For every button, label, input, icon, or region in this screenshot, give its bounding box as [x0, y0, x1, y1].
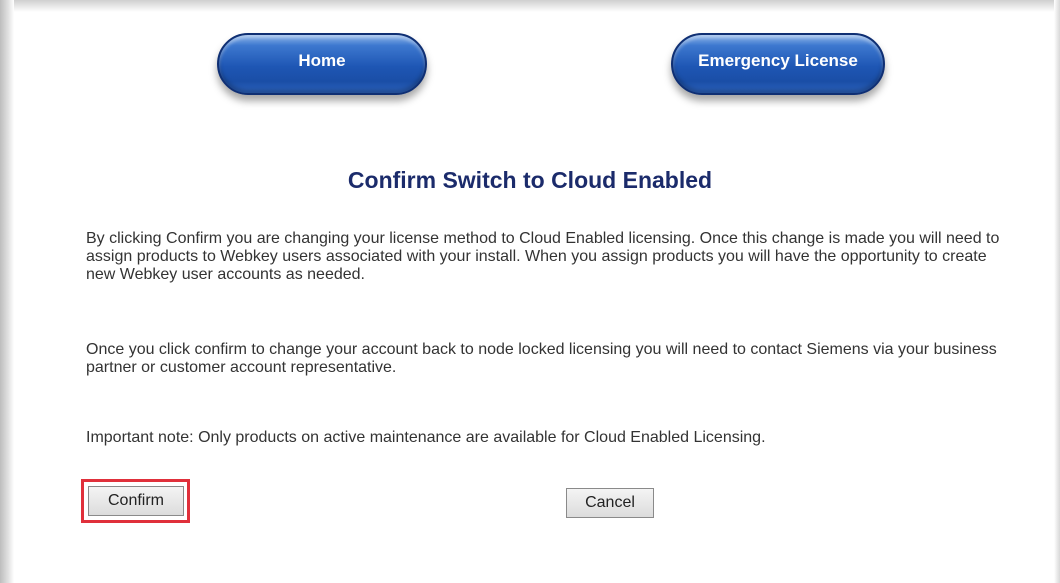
emergency-license-button[interactable]: Emergency License: [671, 33, 885, 95]
confirm-button[interactable]: Confirm: [88, 486, 184, 516]
cancel-button[interactable]: Cancel: [566, 488, 654, 518]
home-button[interactable]: Home: [217, 33, 427, 95]
paragraph-cloud-enabled-info: By clicking Confirm you are changing you…: [86, 230, 1000, 283]
paragraph-important-note: Important note: Only products on active …: [86, 429, 766, 446]
page-container: Home Emergency License Confirm Switch to…: [0, 0, 1060, 583]
window-frame-top: [0, 0, 1060, 12]
window-frame-right: [1054, 0, 1060, 583]
page-title: Confirm Switch to Cloud Enabled: [347, 167, 713, 193]
window-frame-left: [0, 0, 14, 583]
paragraph-node-locked-info: Once you click confirm to change your ac…: [86, 341, 997, 376]
